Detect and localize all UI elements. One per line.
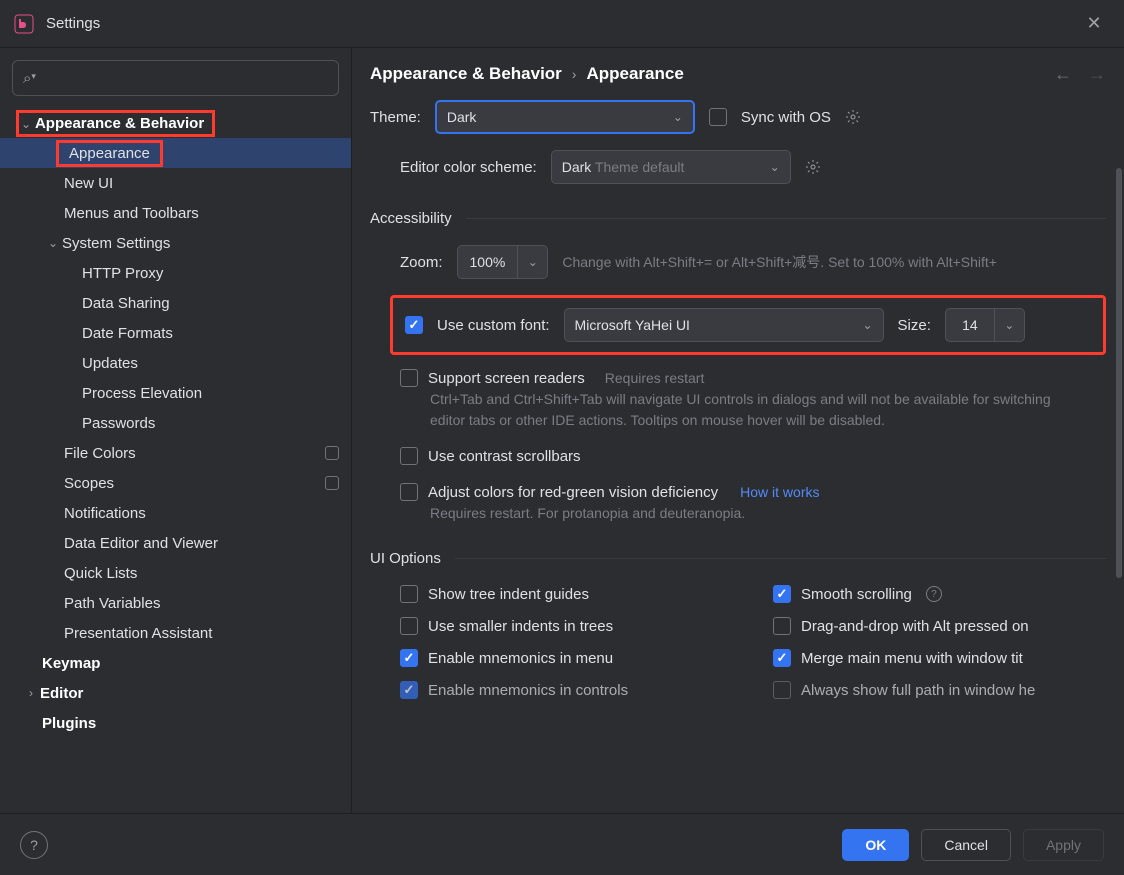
gear-icon[interactable]: [805, 159, 821, 175]
sidebar: ⌕▾ ⌄ Appearance & Behavior Appearance Ne…: [0, 48, 352, 813]
smooth-scrolling-checkbox[interactable]: ✓: [773, 585, 791, 603]
sidebar-item-http-proxy[interactable]: HTTP Proxy: [0, 258, 351, 288]
app-icon: [14, 14, 34, 34]
mnemonics-controls-checkbox[interactable]: ✓: [400, 681, 418, 699]
screen-readers-checkbox[interactable]: [400, 369, 418, 387]
contrast-checkbox[interactable]: [400, 447, 418, 465]
section-accessibility: Accessibility: [370, 210, 452, 227]
breadcrumb-sep-icon: ›: [572, 66, 577, 82]
chevron-down-icon: ⌄: [770, 160, 780, 174]
chevron-right-icon: ›: [22, 686, 40, 700]
contrast-label: Use contrast scrollbars: [428, 448, 581, 465]
theme-label: Theme:: [370, 109, 421, 126]
chevron-down-icon: ⌄: [862, 318, 872, 332]
title-bar: Settings ✕: [0, 0, 1124, 48]
custom-font-select[interactable]: Microsoft YaHei UI ⌄: [564, 308, 884, 342]
sidebar-item-updates[interactable]: Updates: [0, 348, 351, 378]
gear-icon[interactable]: [845, 109, 861, 125]
sidebar-item-new-ui[interactable]: New UI: [0, 168, 351, 198]
breadcrumb-current: Appearance: [586, 64, 683, 84]
breadcrumb: Appearance & Behavior › Appearance ← →: [352, 48, 1124, 100]
sidebar-item-data-sharing[interactable]: Data Sharing: [0, 288, 351, 318]
screen-readers-label: Support screen readers: [428, 370, 585, 387]
sidebar-item-data-editor-viewer[interactable]: Data Editor and Viewer: [0, 528, 351, 558]
sidebar-item-passwords[interactable]: Passwords: [0, 408, 351, 438]
footer: ? OK Cancel Apply: [0, 813, 1124, 875]
chevron-down-icon[interactable]: ⌄: [518, 245, 548, 279]
sidebar-item-presentation-assistant[interactable]: Presentation Assistant: [0, 618, 351, 648]
chevron-down-icon: ⌄: [21, 117, 31, 131]
scheme-select[interactable]: Dark Theme default ⌄: [551, 150, 791, 184]
custom-font-checkbox[interactable]: ✓: [405, 316, 423, 334]
sidebar-item-scopes[interactable]: Scopes: [0, 468, 351, 498]
search-icon: ⌕▾: [23, 70, 36, 87]
screen-readers-hint: Requires restart: [605, 370, 705, 386]
color-def-checkbox[interactable]: [400, 483, 418, 501]
info-icon[interactable]: ?: [926, 586, 942, 602]
theme-select[interactable]: Dark ⌄: [435, 100, 695, 134]
merge-menu-checkbox[interactable]: ✓: [773, 649, 791, 667]
content-panel: Appearance & Behavior › Appearance ← → T…: [352, 48, 1124, 813]
screen-readers-desc: Ctrl+Tab and Ctrl+Shift+Tab will navigat…: [430, 389, 1070, 431]
sync-os-checkbox[interactable]: [709, 108, 727, 126]
sidebar-item-menus-toolbars[interactable]: Menus and Toolbars: [0, 198, 351, 228]
section-ui-options: UI Options: [370, 550, 441, 567]
zoom-select[interactable]: 100% ⌄: [457, 245, 549, 279]
window-title: Settings: [46, 15, 100, 32]
close-icon[interactable]: ✕: [1078, 8, 1110, 40]
apply-button[interactable]: Apply: [1023, 829, 1104, 861]
color-def-label: Adjust colors for red-green vision defic…: [428, 484, 718, 501]
drag-drop-alt-checkbox[interactable]: [773, 617, 791, 635]
nav-forward-icon: →: [1088, 64, 1106, 85]
sidebar-item-appearance[interactable]: Appearance: [0, 138, 351, 168]
search-input[interactable]: ⌕▾: [12, 60, 339, 96]
mnemonics-menu-checkbox[interactable]: ✓: [400, 649, 418, 667]
custom-font-label: Use custom font:: [437, 317, 550, 334]
settings-tree: ⌄ Appearance & Behavior Appearance New U…: [0, 102, 351, 813]
cancel-button[interactable]: Cancel: [921, 829, 1011, 861]
color-def-desc: Requires restart. For protanopia and deu…: [430, 503, 1070, 524]
sidebar-item-path-variables[interactable]: Path Variables: [0, 588, 351, 618]
category-appearance-behavior[interactable]: ⌄ Appearance & Behavior: [0, 108, 351, 138]
zoom-hint: Change with Alt+Shift+= or Alt+Shift+减号.…: [562, 252, 997, 272]
scheme-label: Editor color scheme:: [400, 159, 537, 176]
font-size-input[interactable]: 14 ⌄: [945, 308, 1025, 342]
sidebar-item-keymap[interactable]: Keymap: [0, 648, 351, 678]
tree-indent-checkbox[interactable]: [400, 585, 418, 603]
sidebar-item-plugins[interactable]: Plugins: [0, 708, 351, 738]
sync-os-label: Sync with OS: [741, 109, 831, 126]
full-path-checkbox[interactable]: [773, 681, 791, 699]
help-icon[interactable]: ?: [20, 831, 48, 859]
ok-button[interactable]: OK: [842, 829, 909, 861]
sidebar-item-system-settings[interactable]: ⌄System Settings: [0, 228, 351, 258]
sidebar-item-editor[interactable]: ›Editor: [0, 678, 351, 708]
scrollbar[interactable]: [1116, 168, 1122, 578]
project-badge-icon: [325, 476, 339, 490]
chevron-down-icon: ⌄: [44, 236, 62, 250]
sidebar-item-quick-lists[interactable]: Quick Lists: [0, 558, 351, 588]
project-badge-icon: [325, 446, 339, 460]
chevron-down-icon[interactable]: ⌄: [995, 308, 1025, 342]
nav-back-icon[interactable]: ←: [1054, 64, 1072, 85]
how-it-works-link[interactable]: How it works: [740, 484, 819, 500]
font-size-label: Size:: [898, 317, 931, 334]
chevron-down-icon: ⌄: [673, 110, 683, 124]
sidebar-item-notifications[interactable]: Notifications: [0, 498, 351, 528]
smaller-indents-checkbox[interactable]: [400, 617, 418, 635]
breadcrumb-parent[interactable]: Appearance & Behavior: [370, 64, 562, 84]
sidebar-item-file-colors[interactable]: File Colors: [0, 438, 351, 468]
sidebar-item-date-formats[interactable]: Date Formats: [0, 318, 351, 348]
zoom-label: Zoom:: [400, 254, 443, 271]
sidebar-item-process-elevation[interactable]: Process Elevation: [0, 378, 351, 408]
